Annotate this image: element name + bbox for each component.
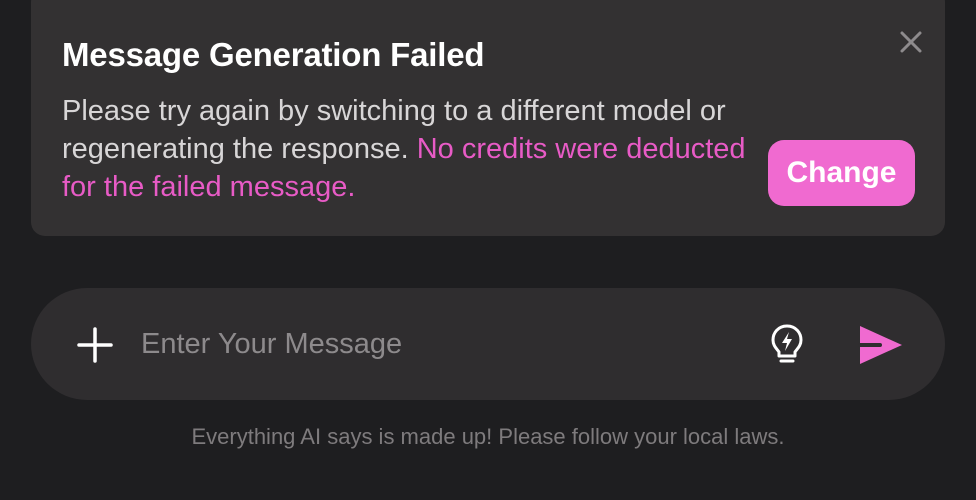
lightbulb-icon[interactable] (764, 321, 810, 367)
message-input[interactable] (141, 320, 741, 368)
plus-icon[interactable] (76, 326, 114, 364)
message-composer (31, 288, 945, 400)
error-message: Please try again by switching to a diffe… (62, 92, 752, 206)
change-model-button[interactable]: Change (768, 140, 915, 206)
close-icon[interactable] (897, 28, 925, 56)
ai-disclaimer: Everything AI says is made up! Please fo… (191, 424, 785, 449)
error-title: Message Generation Failed (62, 36, 485, 73)
error-notification-card: Message Generation Failed Please try aga… (31, 0, 945, 236)
chat-screen: Message Generation Failed Please try aga… (0, 0, 976, 500)
send-icon[interactable] (855, 320, 905, 370)
